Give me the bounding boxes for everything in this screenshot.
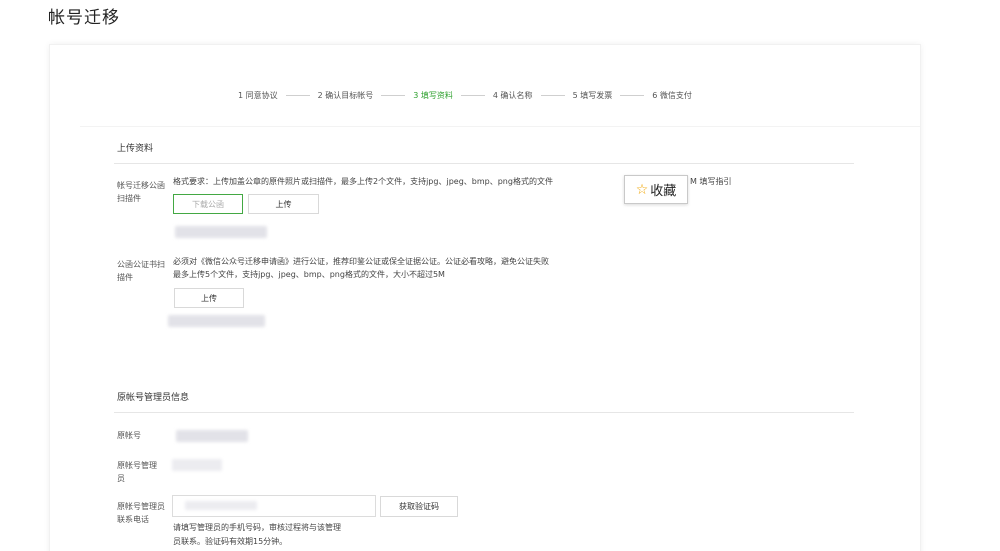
step-5: 5 填写发票 xyxy=(572,90,613,100)
upload-notary-button[interactable]: 上传 xyxy=(174,288,244,308)
step-connector xyxy=(460,94,485,96)
migration-letter-requirements: 格式要求：上传加盖公章的原件照片或扫描件，最多上传2个文件，支持jpg、jpeg… xyxy=(173,177,553,186)
step-connector xyxy=(381,94,406,96)
admin-section-title: 原帐号管理员信息 xyxy=(117,393,190,403)
uploaded-file-placeholder xyxy=(175,226,267,238)
migration-letter-guide-link[interactable]: M 填写指引 xyxy=(690,175,731,188)
upload-section-title: 上传资料 xyxy=(117,144,154,154)
admin-section-divider xyxy=(114,412,854,413)
uploaded-file-placeholder xyxy=(168,315,265,327)
favorite-label: 收藏 xyxy=(650,184,677,199)
star-icon: ☆ xyxy=(635,181,649,198)
favorite-button[interactable]: ☆ 收藏 xyxy=(624,175,688,204)
notary-requirements-line1: 必须对《微信公众号迁移申请函》进行公证，推荐印鉴公证或保全证据公证。公证必看攻略… xyxy=(173,257,549,266)
manager-phone-input[interactable] xyxy=(172,495,376,517)
phone-value xyxy=(185,501,257,510)
original-manager-label: 原帐号管理员 xyxy=(117,461,157,483)
original-account-value xyxy=(176,430,248,442)
get-verification-code-button[interactable]: 获取验证码 xyxy=(380,496,458,517)
original-manager-value xyxy=(172,459,222,471)
step-indicator: 1 同意协议 2 确认目标帐号 3 填写资料 4 确认名称 5 填写发票 6 微… xyxy=(238,88,692,102)
step-2: 2 确认目标帐号 xyxy=(317,90,374,100)
migration-letter-label: 帐号迁移公函扫描件 xyxy=(117,181,165,203)
upload-letter-button[interactable]: 上传 xyxy=(248,194,319,214)
step-4: 4 确认名称 xyxy=(492,90,533,100)
notary-certificate-label: 公函公证书扫描件 xyxy=(117,260,165,282)
phone-hint-line1: 请填写管理员的手机号码，审核过程将与该管理 xyxy=(173,523,341,532)
step-3-current: 3 填写资料 xyxy=(413,90,453,100)
page-title: 帐号迁移 xyxy=(48,8,120,28)
upload-section-divider xyxy=(114,163,854,164)
stepper-divider xyxy=(80,126,920,127)
step-connector xyxy=(620,94,645,96)
download-letter-button[interactable]: 下载公函 xyxy=(173,194,243,214)
step-1: 1 同意协议 xyxy=(238,90,278,100)
notary-requirements-line2: 最多上传5个文件，支持jpg、jpeg、bmp、png格式的文件，大小不超过5M xyxy=(173,270,445,279)
step-6: 6 微信支付 xyxy=(652,90,692,100)
step-connector xyxy=(540,94,565,96)
step-connector xyxy=(285,94,310,96)
manager-phone-label: 原帐号管理员联系电话 xyxy=(117,502,165,524)
original-account-label: 原帐号 xyxy=(117,431,141,440)
phone-hint-line2: 员联系。验证码有效期15分钟。 xyxy=(173,537,288,546)
